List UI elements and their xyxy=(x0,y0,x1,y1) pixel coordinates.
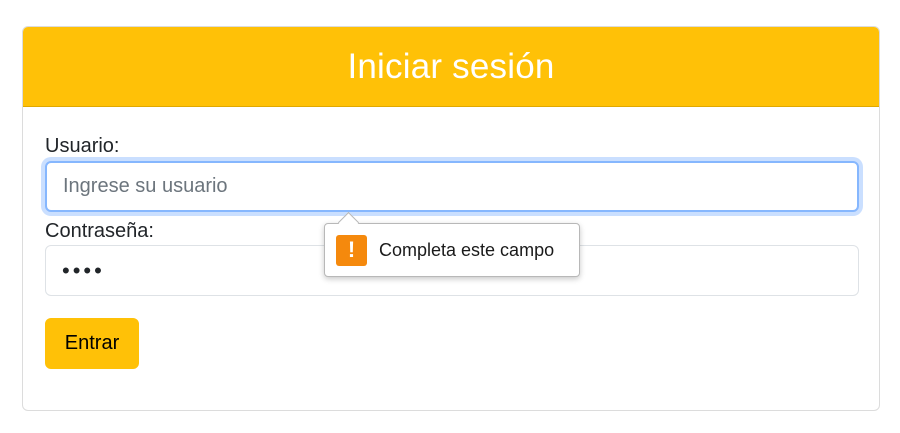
page-title: Iniciar sesión xyxy=(347,46,555,86)
card-header: Iniciar sesión xyxy=(23,27,879,107)
warning-icon: ! xyxy=(336,234,367,266)
tooltip-message: Completa este campo xyxy=(379,239,555,260)
username-label: Usuario: xyxy=(45,135,120,157)
submit-button[interactable]: Entrar xyxy=(45,318,139,369)
username-input[interactable] xyxy=(45,161,859,212)
validation-tooltip: ! Completa este campo xyxy=(324,211,580,277)
login-card: Iniciar sesión Usuario: Contraseña: ••••… xyxy=(22,26,880,411)
password-label: Contraseña: xyxy=(45,220,154,242)
password-mask: •••• xyxy=(62,257,105,283)
